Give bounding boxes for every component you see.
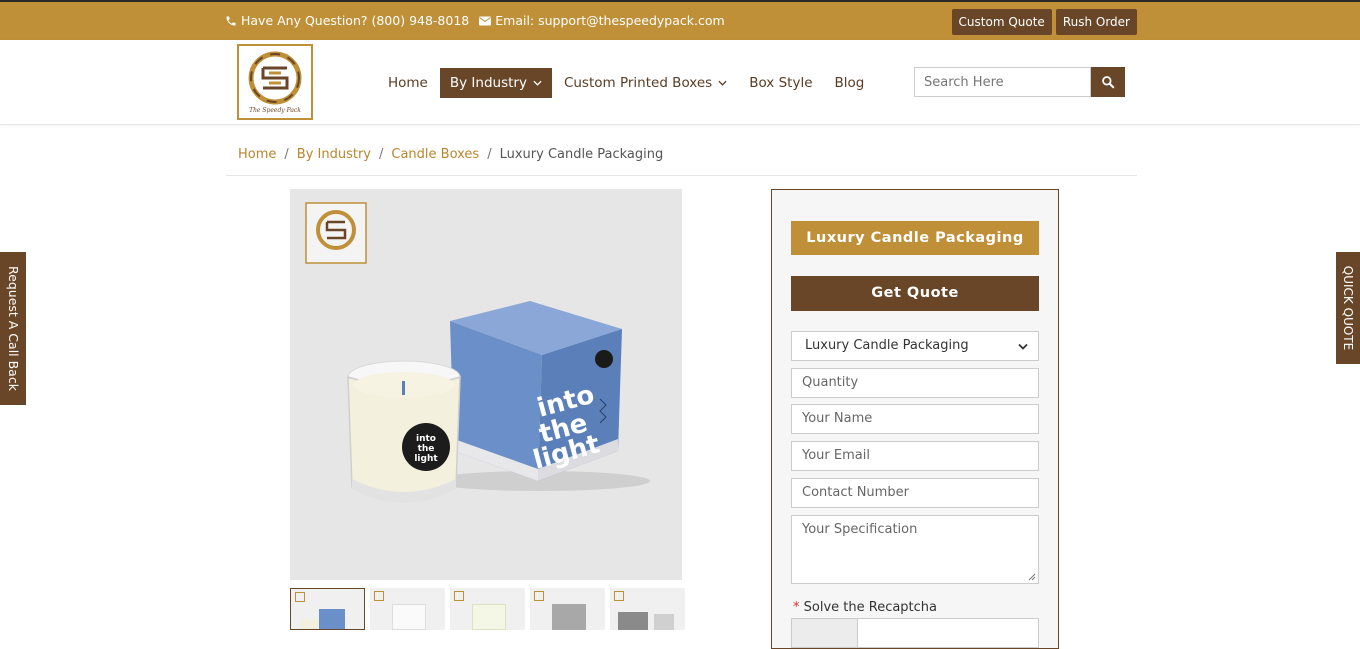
resize-handle-icon[interactable] bbox=[1028, 573, 1036, 581]
chevron-down-icon bbox=[533, 80, 542, 86]
email-text: Email: support@thespeedypack.com bbox=[495, 13, 725, 28]
contact-info: Have Any Question? (800) 948-8018 Email:… bbox=[225, 13, 725, 28]
request-call-back-label: Request A Call Back bbox=[5, 266, 21, 391]
breadcrumb-separator: / bbox=[379, 147, 384, 162]
site-logo[interactable]: The Speedy Pack bbox=[237, 44, 313, 120]
svg-text:the: the bbox=[418, 444, 435, 454]
quote-product-title: Luxury Candle Packaging bbox=[791, 221, 1039, 255]
phone-icon bbox=[226, 16, 236, 25]
breadcrumb-separator: / bbox=[487, 147, 492, 162]
breadcrumb: Home / By Industry / Candle Boxes / Luxu… bbox=[238, 147, 663, 162]
search-form bbox=[914, 67, 1125, 97]
svg-text:The Speedy Pack: The Speedy Pack bbox=[249, 107, 301, 114]
quote-form-panel: Luxury Candle Packaging Get Quote Luxury… bbox=[771, 189, 1059, 649]
breadcrumb-candle-boxes[interactable]: Candle Boxes bbox=[391, 147, 479, 162]
contact-number-field[interactable]: Contact Number bbox=[791, 478, 1039, 508]
nav-home[interactable]: Home bbox=[378, 68, 438, 98]
name-field[interactable]: Your Name bbox=[791, 404, 1039, 434]
get-quote-heading: Get Quote bbox=[791, 276, 1039, 311]
custom-quote-button[interactable]: Custom Quote bbox=[951, 9, 1052, 35]
nav-blog[interactable]: Blog bbox=[825, 68, 875, 98]
nav-custom-printed-boxes[interactable]: Custom Printed Boxes bbox=[554, 68, 737, 98]
nav-by-industry[interactable]: By Industry bbox=[439, 68, 552, 98]
request-call-back-tab[interactable]: Request A Call Back bbox=[0, 252, 26, 405]
recaptcha-widget[interactable] bbox=[791, 618, 1039, 648]
name-placeholder: Your Name bbox=[802, 411, 873, 426]
logo-emblem-icon: The Speedy Pack bbox=[248, 51, 302, 114]
chevron-down-icon bbox=[718, 80, 727, 86]
nav-box-style-label: Box Style bbox=[749, 75, 813, 91]
envelope-icon bbox=[479, 16, 492, 25]
contact-placeholder: Contact Number bbox=[802, 485, 909, 500]
main-nav: Home By Industry Custom Printed Boxes Bo… bbox=[378, 68, 876, 98]
search-icon bbox=[1102, 76, 1115, 89]
quantity-field[interactable]: Quantity bbox=[791, 368, 1039, 398]
recaptcha-label-text: Solve the Recaptcha bbox=[803, 600, 938, 615]
product-illustration: into the light into the light bbox=[305, 202, 650, 503]
svg-text:light: light bbox=[414, 454, 438, 464]
search-input[interactable] bbox=[914, 67, 1091, 97]
email-contact[interactable]: Email: support@thespeedypack.com bbox=[479, 13, 725, 28]
search-button[interactable] bbox=[1091, 67, 1125, 97]
product-thumbnails bbox=[290, 588, 685, 630]
rush-order-button[interactable]: Rush Order bbox=[1055, 9, 1137, 35]
site-header: The Speedy Pack Home By Industry Custom … bbox=[0, 40, 1360, 125]
breadcrumb-current: Luxury Candle Packaging bbox=[499, 147, 664, 162]
recaptcha-label: * Solve the Recaptcha bbox=[793, 600, 937, 615]
product-thumbnail[interactable] bbox=[450, 588, 525, 630]
nav-blog-label: Blog bbox=[834, 75, 865, 91]
nav-home-label: Home bbox=[388, 75, 428, 91]
phone-contact[interactable]: Have Any Question? (800) 948-8018 bbox=[225, 13, 469, 28]
product-thumbnail[interactable] bbox=[370, 588, 445, 630]
breadcrumb-divider bbox=[226, 175, 1137, 176]
quick-quote-tab[interactable]: QUICK QUOTE bbox=[1336, 252, 1360, 364]
email-placeholder: Your Email bbox=[802, 448, 870, 463]
email-field[interactable]: Your Email bbox=[791, 441, 1039, 471]
spec-placeholder: Your Specification bbox=[802, 522, 918, 537]
top-bar: Have Any Question? (800) 948-8018 Email:… bbox=[0, 0, 1360, 40]
chevron-down-icon bbox=[1018, 343, 1028, 350]
breadcrumb-home[interactable]: Home bbox=[238, 147, 276, 162]
nav-box-style[interactable]: Box Style bbox=[739, 68, 822, 98]
product-thumbnail[interactable] bbox=[610, 588, 685, 630]
nav-custom-printed-boxes-label: Custom Printed Boxes bbox=[563, 75, 713, 91]
breadcrumb-by-industry[interactable]: By Industry bbox=[297, 147, 371, 162]
specification-textarea[interactable]: Your Specification bbox=[791, 515, 1039, 584]
product-main-image[interactable]: into the light into the light bbox=[290, 189, 682, 580]
product-select[interactable]: Luxury Candle Packaging bbox=[791, 331, 1039, 361]
quantity-placeholder: Quantity bbox=[802, 375, 859, 390]
quick-quote-label: QUICK QUOTE bbox=[1341, 265, 1356, 351]
product-select-value: Luxury Candle Packaging bbox=[805, 338, 969, 353]
svg-text:into: into bbox=[416, 434, 436, 444]
required-mark: * bbox=[793, 600, 800, 615]
phone-text: Have Any Question? (800) 948-8018 bbox=[241, 13, 470, 28]
watermark-logo-icon bbox=[305, 202, 367, 264]
nav-by-industry-label: By Industry bbox=[449, 75, 527, 91]
product-thumbnail[interactable] bbox=[530, 588, 605, 630]
product-thumbnail[interactable] bbox=[290, 588, 365, 630]
breadcrumb-separator: / bbox=[284, 147, 289, 162]
